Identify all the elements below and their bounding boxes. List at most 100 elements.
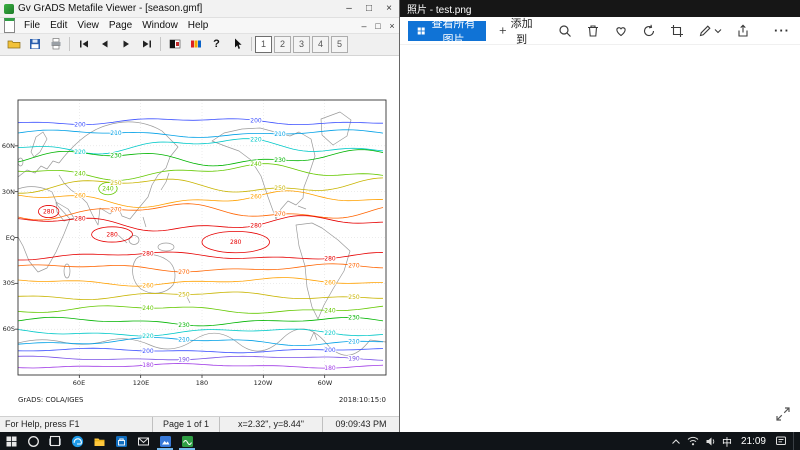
contour-label: 190 [348,355,360,362]
contour-label: 210 [348,338,360,345]
taskbar-clock[interactable]: 21:09 [738,436,769,447]
context-help-button[interactable] [227,35,248,54]
contour-label: 260 [324,279,336,286]
store-app-button[interactable] [110,432,132,450]
open-button[interactable] [3,35,24,54]
page-button-3[interactable]: 3 [293,36,310,53]
file-explorer-app-button[interactable] [88,432,110,450]
menu-view[interactable]: View [72,20,104,31]
grads-title-bar[interactable]: Gv GrADS Metafile Viewer - [season.gmf] … [0,0,399,18]
contour-label: 220 [250,136,262,143]
grads-app-button[interactable] [176,432,198,450]
last-page-button[interactable] [136,35,157,54]
edit-button[interactable] [696,22,724,40]
fullscreen-button[interactable] [774,405,792,426]
crop-icon [670,24,684,38]
add-to-label: 添加到 [510,15,533,47]
crop-button[interactable] [668,22,686,40]
status-cursor-position: x=2.32", y=8.44" [219,417,322,432]
tray-expand-button[interactable] [671,437,681,446]
status-clock: 09:09:43 PM [322,417,399,432]
more-button[interactable]: ··· [772,21,792,40]
contour-label: 180 [142,362,154,369]
black-white-mode-button[interactable] [164,35,185,54]
lat-label: EQ [6,234,15,242]
child-restore-button[interactable]: □ [371,21,385,31]
grads-canvas[interactable]: 1801801901902002002002002102102102102202… [0,56,399,416]
document-icon[interactable] [4,18,15,33]
search-button[interactable] [22,432,44,450]
volume-button[interactable] [705,436,716,447]
last-page-icon [140,37,154,51]
help-button[interactable]: ? [206,35,227,54]
pointer-icon [231,37,245,51]
menu-edit[interactable]: Edit [45,20,72,31]
contour-label: 280 [250,222,262,229]
save-button[interactable] [24,35,45,54]
add-to-button[interactable]: 添加到 [496,15,536,47]
page-button-5[interactable]: 5 [331,36,348,53]
more-icon: ··· [774,23,790,38]
contour-label: 200 [74,121,86,128]
first-page-icon [77,37,91,51]
contour-line [18,337,383,345]
view-all-label: 查看所有图片 [430,15,476,47]
delete-button[interactable] [584,22,602,40]
grads-window: Gv GrADS Metafile Viewer - [season.gmf] … [0,0,400,432]
edge-app-button[interactable] [66,432,88,450]
print-button[interactable] [45,35,66,54]
page-button-1[interactable]: 1 [255,36,272,53]
photo-view[interactable] [400,45,800,432]
favorite-button[interactable] [612,22,630,40]
page-button-4[interactable]: 4 [312,36,329,53]
close-button[interactable]: × [379,3,399,14]
view-all-photos-button[interactable]: 查看所有图片 [408,21,486,41]
grads-icon [181,435,194,448]
contour-label: 240 [250,161,262,168]
color-mode-button[interactable] [185,35,206,54]
zoom-button[interactable] [556,22,574,40]
color-palette-icon [189,37,203,51]
contour-label: 220 [74,149,86,156]
contour-line [18,264,383,272]
wifi-button[interactable] [687,436,699,446]
child-minimize-button[interactable]: – [357,21,371,31]
action-center-button[interactable] [775,435,787,447]
lat-label: 60N [2,142,15,150]
lon-label: 60W [318,379,333,387]
photos-icon [159,435,172,448]
lat-label: 30N [2,188,15,196]
ime-indicator[interactable]: 中 [722,434,732,449]
show-desktop-button[interactable] [793,432,798,450]
contour-label: 230 [348,314,360,321]
contour-line [18,163,383,180]
rotate-button[interactable] [640,22,658,40]
minimize-button[interactable]: – [339,3,359,14]
menu-page[interactable]: Page [104,20,137,31]
child-close-button[interactable]: × [385,21,399,31]
menu-file[interactable]: File [19,20,45,31]
start-button[interactable] [0,432,22,450]
contour-label: 180 [324,365,336,372]
next-page-button[interactable] [115,35,136,54]
contour-line [18,204,383,220]
maximize-button[interactable]: □ [359,3,379,14]
contour-label: 200 [324,347,336,354]
menu-help[interactable]: Help [183,20,214,31]
mail-app-button[interactable] [132,432,154,450]
black-white-icon [168,37,182,51]
contour-line [18,356,383,360]
lat-label: 30S [3,279,15,287]
contour-line [18,119,383,125]
task-view-button[interactable] [44,432,66,450]
page-button-2[interactable]: 2 [274,36,291,53]
contour-label: 250 [274,185,286,192]
share-button[interactable] [734,22,752,40]
first-page-button[interactable] [73,35,94,54]
previous-page-button[interactable] [94,35,115,54]
taskbar: 中 21:09 [0,432,800,450]
photos-app-button[interactable] [154,432,176,450]
lon-label: 180 [196,379,208,387]
photos-window: 照片 - test.png 查看所有图片 添加到 [400,0,800,432]
menu-window[interactable]: Window [137,20,183,31]
